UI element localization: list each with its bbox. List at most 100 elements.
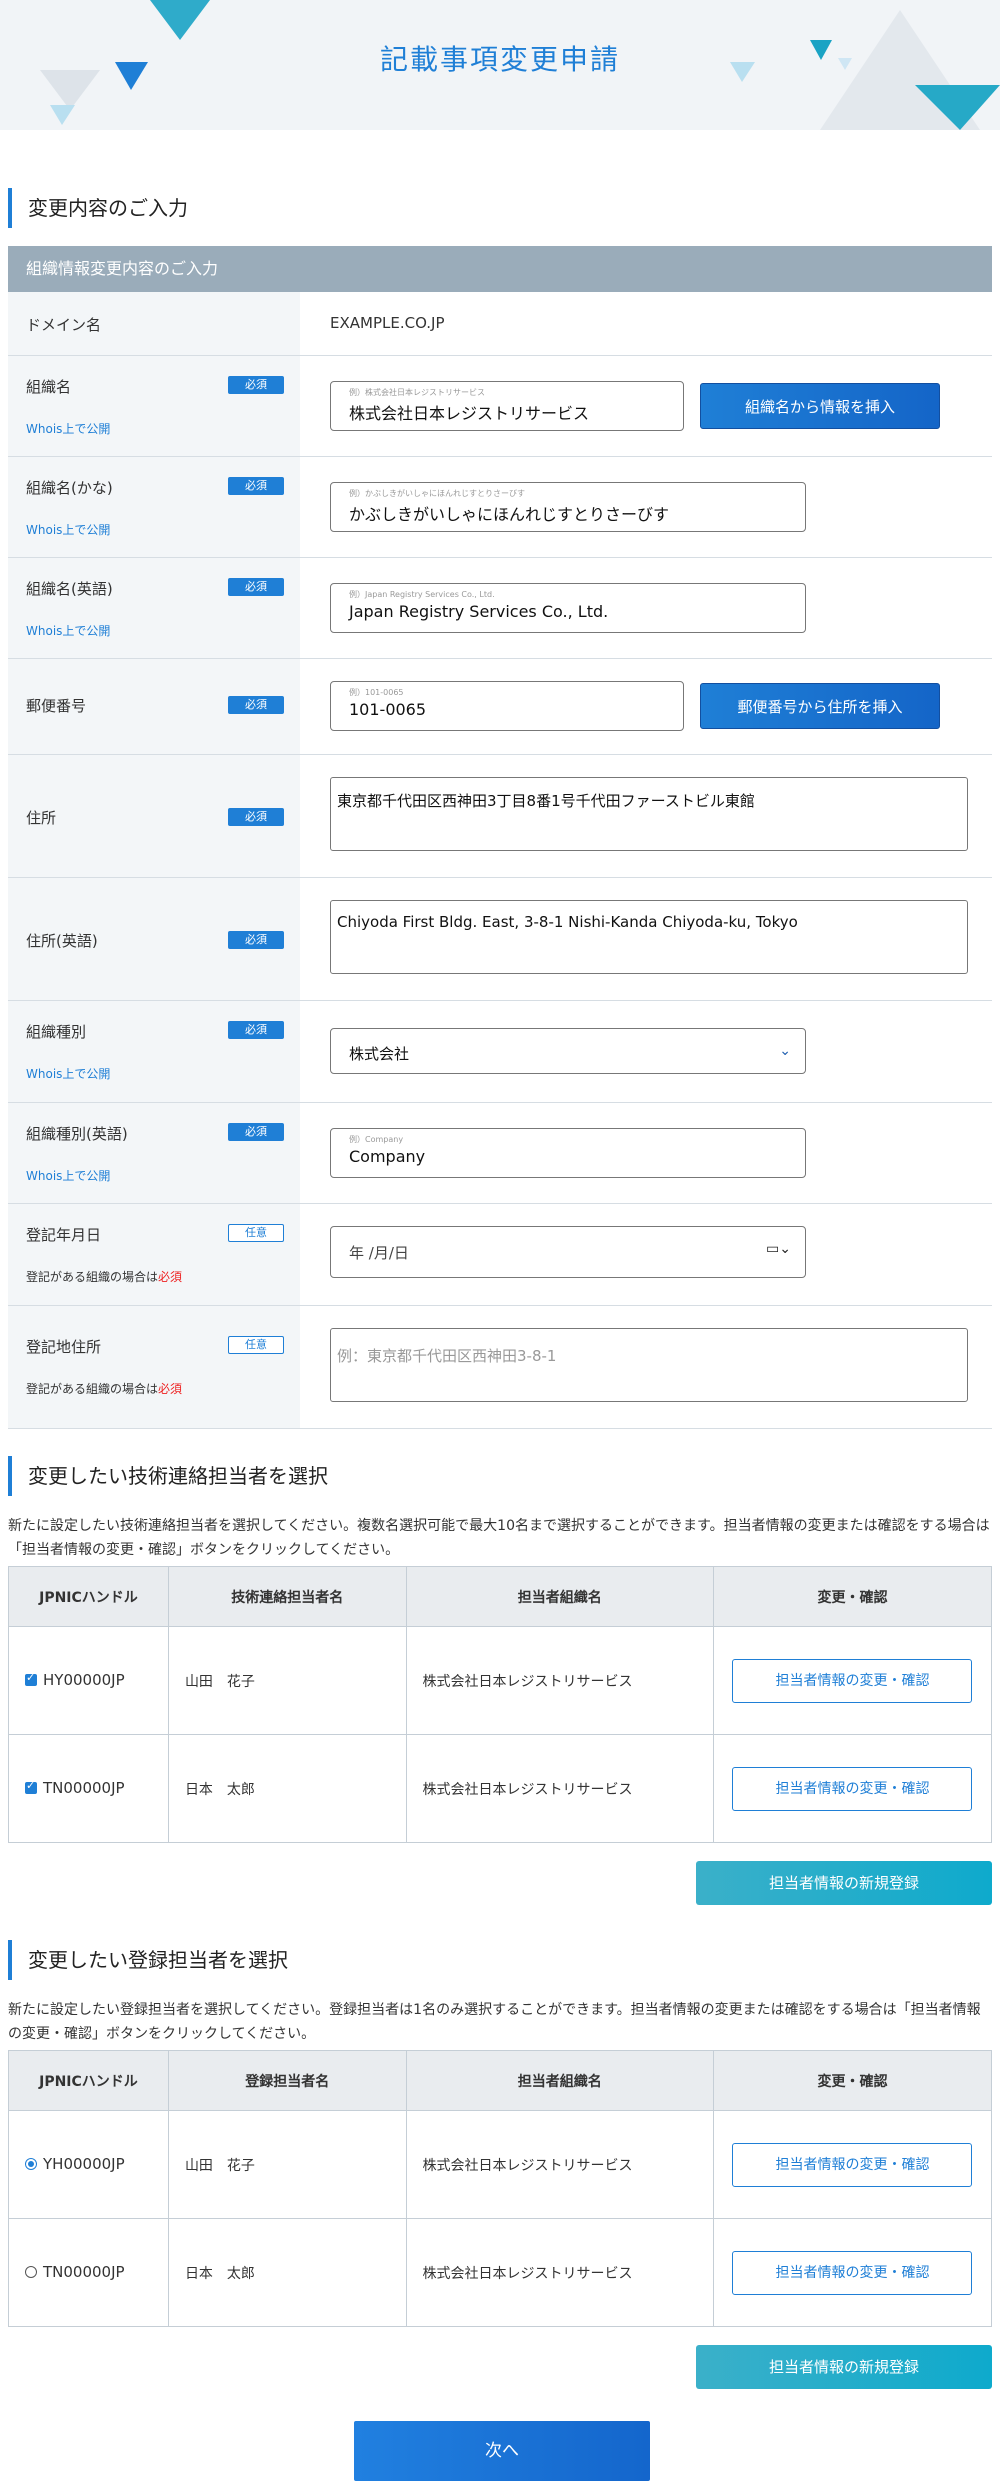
contact-name: 山田 花子 [167,2110,407,2219]
checkbox-checked-icon[interactable] [25,1671,37,1686]
next-button[interactable]: 次へ [354,2421,650,2481]
page-title: 記載事項変更申請 [379,43,620,76]
contact-name: 日本 太郎 [167,1734,407,1843]
label-org-type: 組織種別 [26,1023,87,1041]
whois-public-link[interactable]: Whois上で公開 [26,1167,110,1184]
row-org-kana: 組織名(かな) 必須 Whois上で公開 例）かぶしきがいしゃにほんれじすとりさ… [8,457,992,558]
subsection-heading-org: 組織情報変更内容のご入力 [8,246,992,292]
whois-public-link[interactable]: Whois上で公開 [26,521,110,538]
contact-name: 日本 太郎 [167,2218,407,2327]
value-domain: EXAMPLE.CO.JP [330,314,445,332]
reg-radio-row-2[interactable]: TN00000JP [25,2263,125,2281]
required-badge: 必須 [228,578,284,596]
col-header-action: 変更・確認 [712,2050,993,2111]
required-badge: 必須 [228,1123,284,1141]
required-badge: 必須 [228,1021,284,1039]
label-org-kana: 組織名(かな) [26,479,113,497]
reg-address-note: 登記がある組織の場合は必須 [26,1382,183,1396]
contact-org: 株式会社日本レジストリサービス [405,1626,714,1735]
whois-public-link[interactable]: Whois上で公開 [26,1065,110,1082]
section-heading-input: 変更内容のご入力 [8,188,992,228]
reg-date-note: 登記がある組織の場合は必須 [26,1270,183,1284]
radio-selected-icon[interactable] [25,2158,37,2170]
new-tech-contact-button[interactable]: 担当者情報の新規登録 [696,1861,992,1905]
table-row: YH00000JP 山田 花子 株式会社日本レジストリサービス 担当者情報の変更… [8,2110,993,2219]
org-type-en-input[interactable]: 例）Company Company [330,1128,806,1178]
calendar-icon[interactable]: ▭⌄ [766,1241,791,1257]
label-postal: 郵便番号 [26,697,87,715]
optional-badge: 任意 [228,1336,284,1354]
row-org-type-en: 組織種別(英語) 必須 Whois上で公開 例）Company Company [8,1103,992,1204]
insert-from-org-name-button[interactable]: 組織名から情報を挿入 [700,383,940,429]
row-org-name: 組織名 必須 Whois上で公開 例）株式会社日本レジストリサービス 株式会社日… [8,356,992,457]
edit-contact-button[interactable]: 担当者情報の変更・確認 [732,1766,973,1811]
org-name-input[interactable]: 例）株式会社日本レジストリサービス 株式会社日本レジストリサービス [330,381,684,431]
required-badge: 必須 [228,477,284,495]
row-domain: ドメイン名 EXAMPLE.CO.JP [8,292,992,356]
checkbox-checked-icon[interactable] [25,1779,37,1794]
edit-contact-button[interactable]: 担当者情報の変更・確認 [732,1658,973,1703]
col-header-name: 登録担当者名 [167,2050,407,2111]
table-row: TN00000JP 日本 太郎 株式会社日本レジストリサービス 担当者情報の変更… [8,2218,993,2327]
row-address-en: 住所(英語) 必須 Chiyoda First Bldg. East, 3-8-… [8,878,992,1001]
required-badge: 必須 [228,696,284,714]
section-heading-tech: 変更したい技術連絡担当者を選択 [8,1456,992,1496]
col-header-org: 担当者組織名 [405,2050,714,2111]
address-textarea[interactable]: 東京都千代田区西神田3丁目8番1号千代田ファーストビル東館 [330,777,968,851]
col-header-name: 技術連絡担当者名 [167,1566,407,1627]
row-reg-address: 登記地住所 任意 登記がある組織の場合は必須 例：東京都千代田区西神田3-8-1 [8,1306,992,1429]
col-header-org: 担当者組織名 [405,1566,714,1627]
edit-contact-button[interactable]: 担当者情報の変更・確認 [732,2142,973,2187]
row-postal: 郵便番号 必須 例）101-0065 101-0065 郵便番号から住所を挿入 [8,659,992,755]
whois-public-link[interactable]: Whois上で公開 [26,622,110,639]
contact-org: 株式会社日本レジストリサービス [405,2110,714,2219]
table-header-row: JPNICハンドル 技術連絡担当者名 担当者組織名 変更・確認 [8,1566,993,1627]
page-banner: 記載事項変更申請 [0,0,1000,130]
label-address-en: 住所(英語) [26,932,98,950]
label-org-name: 組織名 [26,378,72,396]
table-row: HY00000JP 山田 花子 株式会社日本レジストリサービス 担当者情報の変更… [8,1626,993,1735]
required-badge: 必須 [228,808,284,826]
row-address: 住所 必須 東京都千代田区西神田3丁目8番1号千代田ファーストビル東館 [8,755,992,878]
new-reg-contact-button[interactable]: 担当者情報の新規登録 [696,2345,992,2389]
contact-name: 山田 花子 [167,1626,407,1735]
label-reg-address: 登記地住所 [26,1338,102,1356]
reg-radio-row-1[interactable]: YH00000JP [25,2155,125,2173]
postal-input[interactable]: 例）101-0065 101-0065 [330,681,684,731]
address-en-textarea[interactable]: Chiyoda First Bldg. East, 3-8-1 Nishi-Ka… [330,900,968,974]
table-row: TN00000JP 日本 太郎 株式会社日本レジストリサービス 担当者情報の変更… [8,1734,993,1843]
tech-checkbox-row-2[interactable]: TN00000JP [25,1779,125,1797]
row-org-en: 組織名(英語) 必須 Whois上で公開 例）Japan Registry Se… [8,558,992,659]
reg-contact-table: JPNICハンドル 登録担当者名 担当者組織名 変更・確認 YH00000JP … [8,2050,993,2327]
row-org-type: 組織種別 必須 Whois上で公開 株式会社 ⌄ [8,1001,992,1103]
required-badge: 必須 [228,376,284,394]
label-org-type-en: 組織種別(英語) [26,1125,128,1143]
org-kana-input[interactable]: 例）かぶしきがいしゃにほんれじすとりさーびす かぶしきがいしゃにほんれじすとりさ… [330,482,806,532]
required-badge: 必須 [228,931,284,949]
reg-date-input[interactable]: 年 /月/日 ▭⌄ [330,1226,806,1278]
tech-description: 新たに設定したい技術連絡担当者を選択してください。複数名選択可能で最大10名まで… [8,1518,990,1558]
radio-unselected-icon[interactable] [25,2266,37,2278]
whois-public-link[interactable]: Whois上で公開 [26,420,110,437]
label-address: 住所 [26,809,57,827]
col-header-action: 変更・確認 [712,1566,993,1627]
tech-checkbox-row-1[interactable]: HY00000JP [25,1671,125,1689]
reg-address-textarea[interactable]: 例：東京都千代田区西神田3-8-1 [330,1328,968,1402]
row-reg-date: 登記年月日 任意 登記がある組織の場合は必須 年 /月/日 ▭⌄ [8,1204,992,1306]
col-header-handle: JPNICハンドル [8,1566,169,1627]
chevron-down-icon: ⌄ [779,1043,791,1059]
table-header-row: JPNICハンドル 登録担当者名 担当者組織名 変更・確認 [8,2050,993,2111]
edit-contact-button[interactable]: 担当者情報の変更・確認 [732,2250,973,2295]
section-heading-reg: 変更したい登録担当者を選択 [8,1940,992,1980]
reg-description: 新たに設定したい登録担当者を選択してください。登録担当者は1名のみ選択することが… [8,2002,981,2042]
insert-address-from-postal-button[interactable]: 郵便番号から住所を挿入 [700,683,940,729]
optional-badge: 任意 [228,1224,284,1242]
col-header-handle: JPNICハンドル [8,2050,169,2111]
org-en-input[interactable]: 例）Japan Registry Services Co., Ltd. Japa… [330,583,806,633]
label-org-en: 組織名(英語) [26,580,113,598]
label-domain: ドメイン名 [26,316,102,334]
org-type-select[interactable]: 株式会社 ⌄ [330,1028,806,1074]
label-reg-date: 登記年月日 [26,1226,102,1244]
contact-org: 株式会社日本レジストリサービス [405,2218,714,2327]
contact-org: 株式会社日本レジストリサービス [405,1734,714,1843]
